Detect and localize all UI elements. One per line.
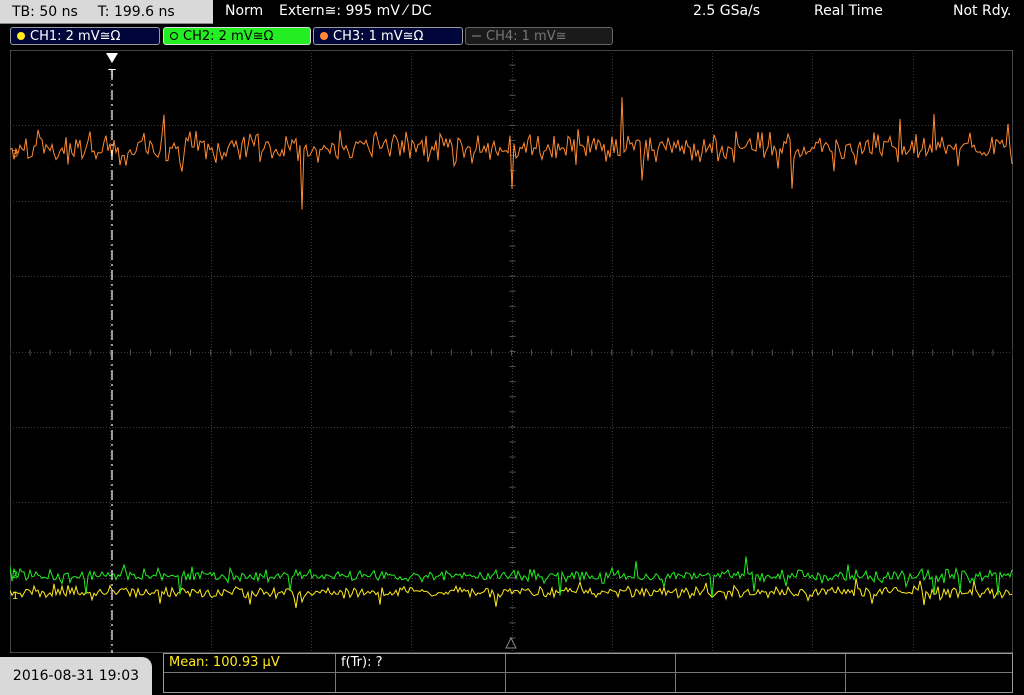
- trigger-marker-label: T: [107, 67, 116, 81]
- measurement-slot-5: [846, 654, 1012, 673]
- trigger-source[interactable]: Extern≅: 995 mV ⁄ DC: [279, 3, 432, 19]
- acquisition-info-bar: Norm Extern≅: 995 mV ⁄ DC 2.5 GSa/s Real…: [216, 0, 1024, 23]
- datetime-box: 2016-08-31 19:03: [0, 657, 152, 695]
- waveform-svg: T 3 2 1: [10, 50, 1013, 653]
- channel-2-label: CH2: 2 mV≅Ω: [183, 28, 274, 44]
- timebase-box[interactable]: TB: 50 ns T: 199.6 ns: [0, 0, 213, 24]
- measurement-slot-8: [506, 673, 676, 692]
- channel-4-label: CH4: 1 mV≅: [486, 28, 567, 44]
- measurement-slot-7: [336, 673, 506, 692]
- channel-2-dot-icon: [170, 32, 178, 40]
- channel-2-offset-marker[interactable]: 2: [12, 570, 18, 581]
- measurement-slot-9: [676, 673, 846, 692]
- timebase-value: TB: 50 ns: [12, 3, 78, 20]
- acquisition-state: Not Rdy.: [953, 3, 1012, 19]
- measurement-mean: Mean: 100.93 μV: [164, 654, 336, 673]
- channel-3-label: CH3: 1 mV≅Ω: [333, 28, 424, 44]
- channel-1-label: CH1: 2 mV≅Ω: [30, 28, 121, 44]
- channel-3-tab[interactable]: CH3: 1 mV≅Ω: [313, 27, 463, 45]
- measurement-slot-10: [846, 673, 1012, 692]
- channel-4-dash-icon: [472, 35, 481, 37]
- trigger-mode[interactable]: Norm: [225, 3, 263, 19]
- measurement-trigger-frequency: f(Tr): ?: [336, 654, 506, 673]
- channel-1-tab[interactable]: CH1: 2 mV≅Ω: [10, 27, 160, 45]
- channel-4-tab[interactable]: CH4: 1 mV≅: [465, 27, 613, 45]
- measurement-slot-3: [506, 654, 676, 673]
- channel-2-tab[interactable]: CH2: 2 mV≅Ω: [163, 27, 311, 45]
- sample-rate: 2.5 GSa/s: [693, 3, 761, 19]
- measurement-slot-6: [164, 673, 336, 692]
- channel-1-offset-marker[interactable]: 1: [12, 591, 18, 602]
- channel-3-dot-icon: [320, 32, 328, 40]
- datetime-value: 2016-08-31 19:03: [12, 668, 140, 684]
- channel-1-dot-icon: [17, 32, 25, 40]
- measurement-slot-4: [676, 654, 846, 673]
- acquisition-mode: Real Time: [814, 3, 883, 19]
- measurement-panel[interactable]: Mean: 100.93 μV f(Tr): ?: [163, 653, 1013, 693]
- waveform-display[interactable]: T 3 2 1: [10, 50, 1013, 653]
- trigger-time-value: T: 199.6 ns: [97, 3, 175, 20]
- channel-tab-row: CH1: 2 mV≅Ω CH2: 2 mV≅Ω CH3: 1 mV≅Ω CH4:…: [0, 24, 1024, 48]
- channel-3-offset-marker[interactable]: 3: [12, 149, 18, 160]
